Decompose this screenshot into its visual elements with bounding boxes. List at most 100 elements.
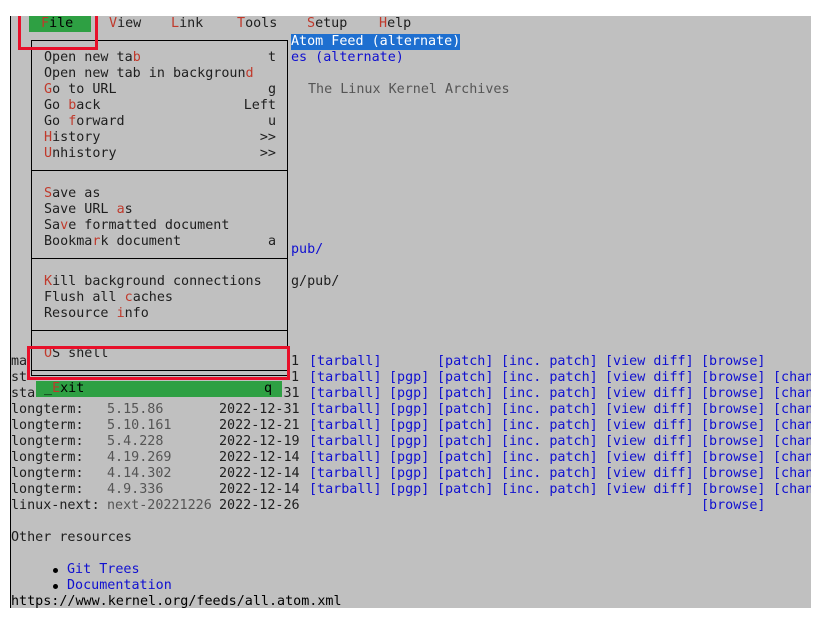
inc-patch-link[interactable]: [inc. patch]	[501, 402, 598, 418]
tarball-link[interactable]: [tarball]	[309, 466, 382, 482]
inc-patch-link[interactable]: [inc. patch]	[501, 482, 598, 498]
linux-next-version: next-20221226	[107, 498, 212, 513]
file-menu-item-go-back[interactable]: Go back Left	[44, 98, 276, 114]
file-menu-item-shortcut: >>	[259, 146, 276, 161]
menu-link[interactable]: Link	[171, 16, 203, 32]
menu-setup[interactable]: Setup	[307, 16, 347, 32]
pgp-link[interactable]: [pgp]	[389, 466, 429, 482]
status-bar-url: https://www.kernel.org/feeds/all.atom.xm…	[11, 594, 342, 608]
feed-link-partial[interactable]: es (alternate)	[291, 50, 404, 66]
inc-patch-link[interactable]: [inc. patch]	[501, 386, 598, 402]
browse-link[interactable]: [browse]	[701, 466, 766, 482]
changelog-link[interactable]: [chan	[773, 370, 811, 386]
view-diff-link[interactable]: [view diff]	[605, 386, 694, 402]
pgp-link[interactable]: [pgp]	[389, 450, 429, 466]
browse-link[interactable]: [browse]	[701, 482, 766, 498]
tarball-link[interactable]: [tarball]	[309, 370, 382, 386]
file-menu-item-bookmark-document[interactable]: Bookmark document a	[44, 234, 276, 250]
changelog-link[interactable]: [chan	[773, 418, 811, 434]
changelog-link[interactable]: [chan	[773, 386, 811, 402]
menu-tools[interactable]: Tools	[237, 16, 277, 32]
patch-link[interactable]: [patch]	[437, 466, 493, 482]
pgp-link[interactable]: [pgp]	[389, 402, 429, 418]
browse-link[interactable]: [browse]	[701, 354, 766, 370]
browse-link[interactable]: [browse]	[701, 402, 766, 418]
file-menu-item-save-formatted-document[interactable]: Save formatted document	[44, 218, 276, 234]
resource-link-documentation[interactable]: Documentation	[67, 578, 172, 594]
patch-link[interactable]: [patch]	[437, 482, 493, 498]
file-menu-item-label: Bookmark document	[44, 234, 182, 249]
release-label: longterm:	[11, 450, 84, 465]
inc-patch-link[interactable]: [inc. patch]	[501, 434, 598, 450]
release-version: 4.9.336	[107, 482, 164, 497]
view-diff-link[interactable]: [view diff]	[605, 402, 694, 418]
tarball-link[interactable]: [tarball]	[309, 402, 382, 418]
url-fragment-1[interactable]: pub/	[291, 242, 323, 258]
view-diff-link[interactable]: [view diff]	[605, 466, 694, 482]
pgp-link[interactable]: [pgp]	[389, 386, 429, 402]
file-menu-item-go-to-url[interactable]: Go to URL g	[44, 82, 276, 98]
browse-link[interactable]: [browse]	[701, 450, 766, 466]
changelog-link[interactable]: [chan	[773, 466, 811, 482]
view-diff-link[interactable]: [view diff]	[605, 434, 694, 450]
inc-patch-link[interactable]: [inc. patch]	[501, 450, 598, 466]
tarball-link[interactable]: [tarball]	[309, 434, 382, 450]
view-diff-link[interactable]: [view diff]	[605, 450, 694, 466]
file-menu-item-save-url-as[interactable]: Save URL as	[44, 202, 276, 218]
linux-next-browse-link[interactable]: [browse]	[701, 498, 766, 514]
browse-link[interactable]: [browse]	[701, 386, 766, 402]
tarball-link[interactable]: [tarball]	[309, 482, 382, 498]
pgp-link[interactable]: [pgp]	[389, 418, 429, 434]
file-menu-item-shortcut: >>	[259, 130, 276, 145]
release-label: st	[11, 370, 28, 385]
inc-patch-link[interactable]: [inc. patch]	[501, 418, 598, 434]
patch-link[interactable]: [patch]	[437, 434, 493, 450]
inc-patch-link[interactable]: [inc. patch]	[501, 370, 598, 386]
file-menu-item-open-new-tab-in-background[interactable]: Open new tab in background	[44, 66, 276, 82]
patch-link[interactable]: [patch]	[437, 370, 493, 386]
changelog-link[interactable]: [chan	[773, 434, 811, 450]
file-menu-item-go-forward[interactable]: Go forward u	[44, 114, 276, 130]
file-menu-item-resource-info[interactable]: Resource info	[44, 306, 276, 322]
file-menu-item-os-shell[interactable]: OS shell	[44, 346, 276, 362]
inc-patch-link[interactable]: [inc. patch]	[501, 466, 598, 482]
file-menu-item-label: Flush all caches	[44, 290, 173, 305]
feed-link-highlighted[interactable]: Atom Feed (alternate)	[291, 34, 461, 50]
file-menu-item-flush-all-caches[interactable]: Flush all caches	[44, 290, 276, 306]
patch-link[interactable]: [patch]	[437, 354, 493, 370]
pgp-link[interactable]: [pgp]	[389, 482, 429, 498]
patch-link[interactable]: [patch]	[437, 402, 493, 418]
view-diff-link[interactable]: [view diff]	[605, 418, 694, 434]
menu-separator	[32, 330, 287, 331]
resource-link-git-trees[interactable]: Git Trees	[67, 562, 140, 578]
patch-link[interactable]: [patch]	[437, 386, 493, 402]
pgp-link[interactable]: [pgp]	[389, 370, 429, 386]
file-menu-item-exit[interactable]: _Exit q	[36, 381, 282, 397]
pgp-link[interactable]: [pgp]	[389, 434, 429, 450]
patch-link[interactable]: [patch]	[437, 450, 493, 466]
menu-file[interactable]: File	[29, 16, 91, 32]
file-menu-item-label: History	[44, 130, 101, 145]
view-diff-link[interactable]: [view diff]	[605, 482, 694, 498]
file-menu-item-save-as[interactable]: Save as	[44, 186, 276, 202]
tarball-link[interactable]: [tarball]	[309, 450, 382, 466]
file-menu-item-kill-background-connections[interactable]: Kill background connections	[44, 274, 276, 290]
changelog-link[interactable]: [chan	[773, 450, 811, 466]
view-diff-link[interactable]: [view diff]	[605, 370, 694, 386]
browse-link[interactable]: [browse]	[701, 418, 766, 434]
changelog-link[interactable]: [chan	[773, 402, 811, 418]
changelog-link[interactable]: [chan	[773, 482, 811, 498]
file-menu-item-history[interactable]: History >>	[44, 130, 276, 146]
menu-view[interactable]: View	[109, 16, 141, 32]
view-diff-link[interactable]: [view diff]	[605, 354, 694, 370]
tarball-link[interactable]: [tarball]	[309, 354, 382, 370]
tarball-link[interactable]: [tarball]	[309, 386, 382, 402]
tarball-link[interactable]: [tarball]	[309, 418, 382, 434]
browse-link[interactable]: [browse]	[701, 434, 766, 450]
file-menu-item-open-new-tab[interactable]: Open new tab t	[44, 50, 276, 66]
menu-help[interactable]: Help	[379, 16, 411, 32]
inc-patch-link[interactable]: [inc. patch]	[501, 354, 598, 370]
patch-link[interactable]: [patch]	[437, 418, 493, 434]
file-menu-item-unhistory[interactable]: Unhistory >>	[44, 146, 276, 162]
browse-link[interactable]: [browse]	[701, 370, 766, 386]
